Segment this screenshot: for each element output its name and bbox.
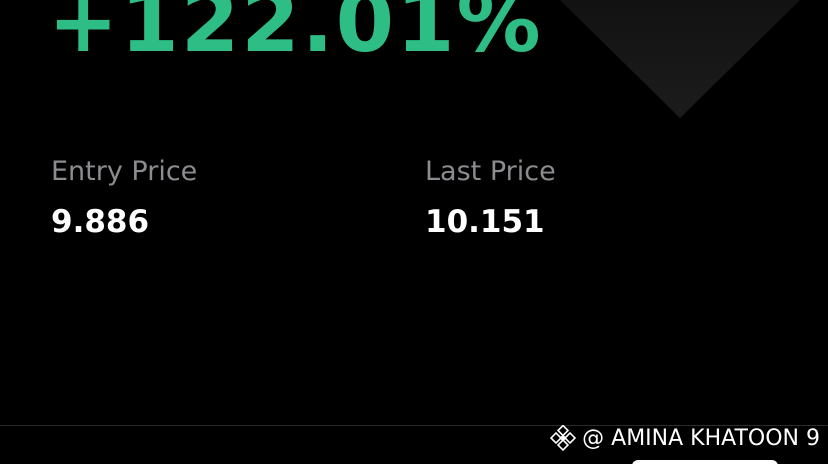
last-price-label: Last Price [425,156,556,187]
entry-price-label: Entry Price [51,156,198,187]
last-price-value: 10.151 [425,204,545,240]
binance-logo-icon [550,425,577,451]
decorative-triangle [560,0,800,118]
bottom-pill [632,460,778,464]
trade-share-card: +122.01% Entry Price 9.886 Last Price 10… [0,0,828,464]
entry-price-value: 9.886 [51,204,150,240]
watermark-text: @ AMINA KHATOON 9 [582,425,820,451]
pnl-percentage: +122.01% [48,0,543,71]
watermark: @ AMINA KHATOON 9 [550,425,820,451]
